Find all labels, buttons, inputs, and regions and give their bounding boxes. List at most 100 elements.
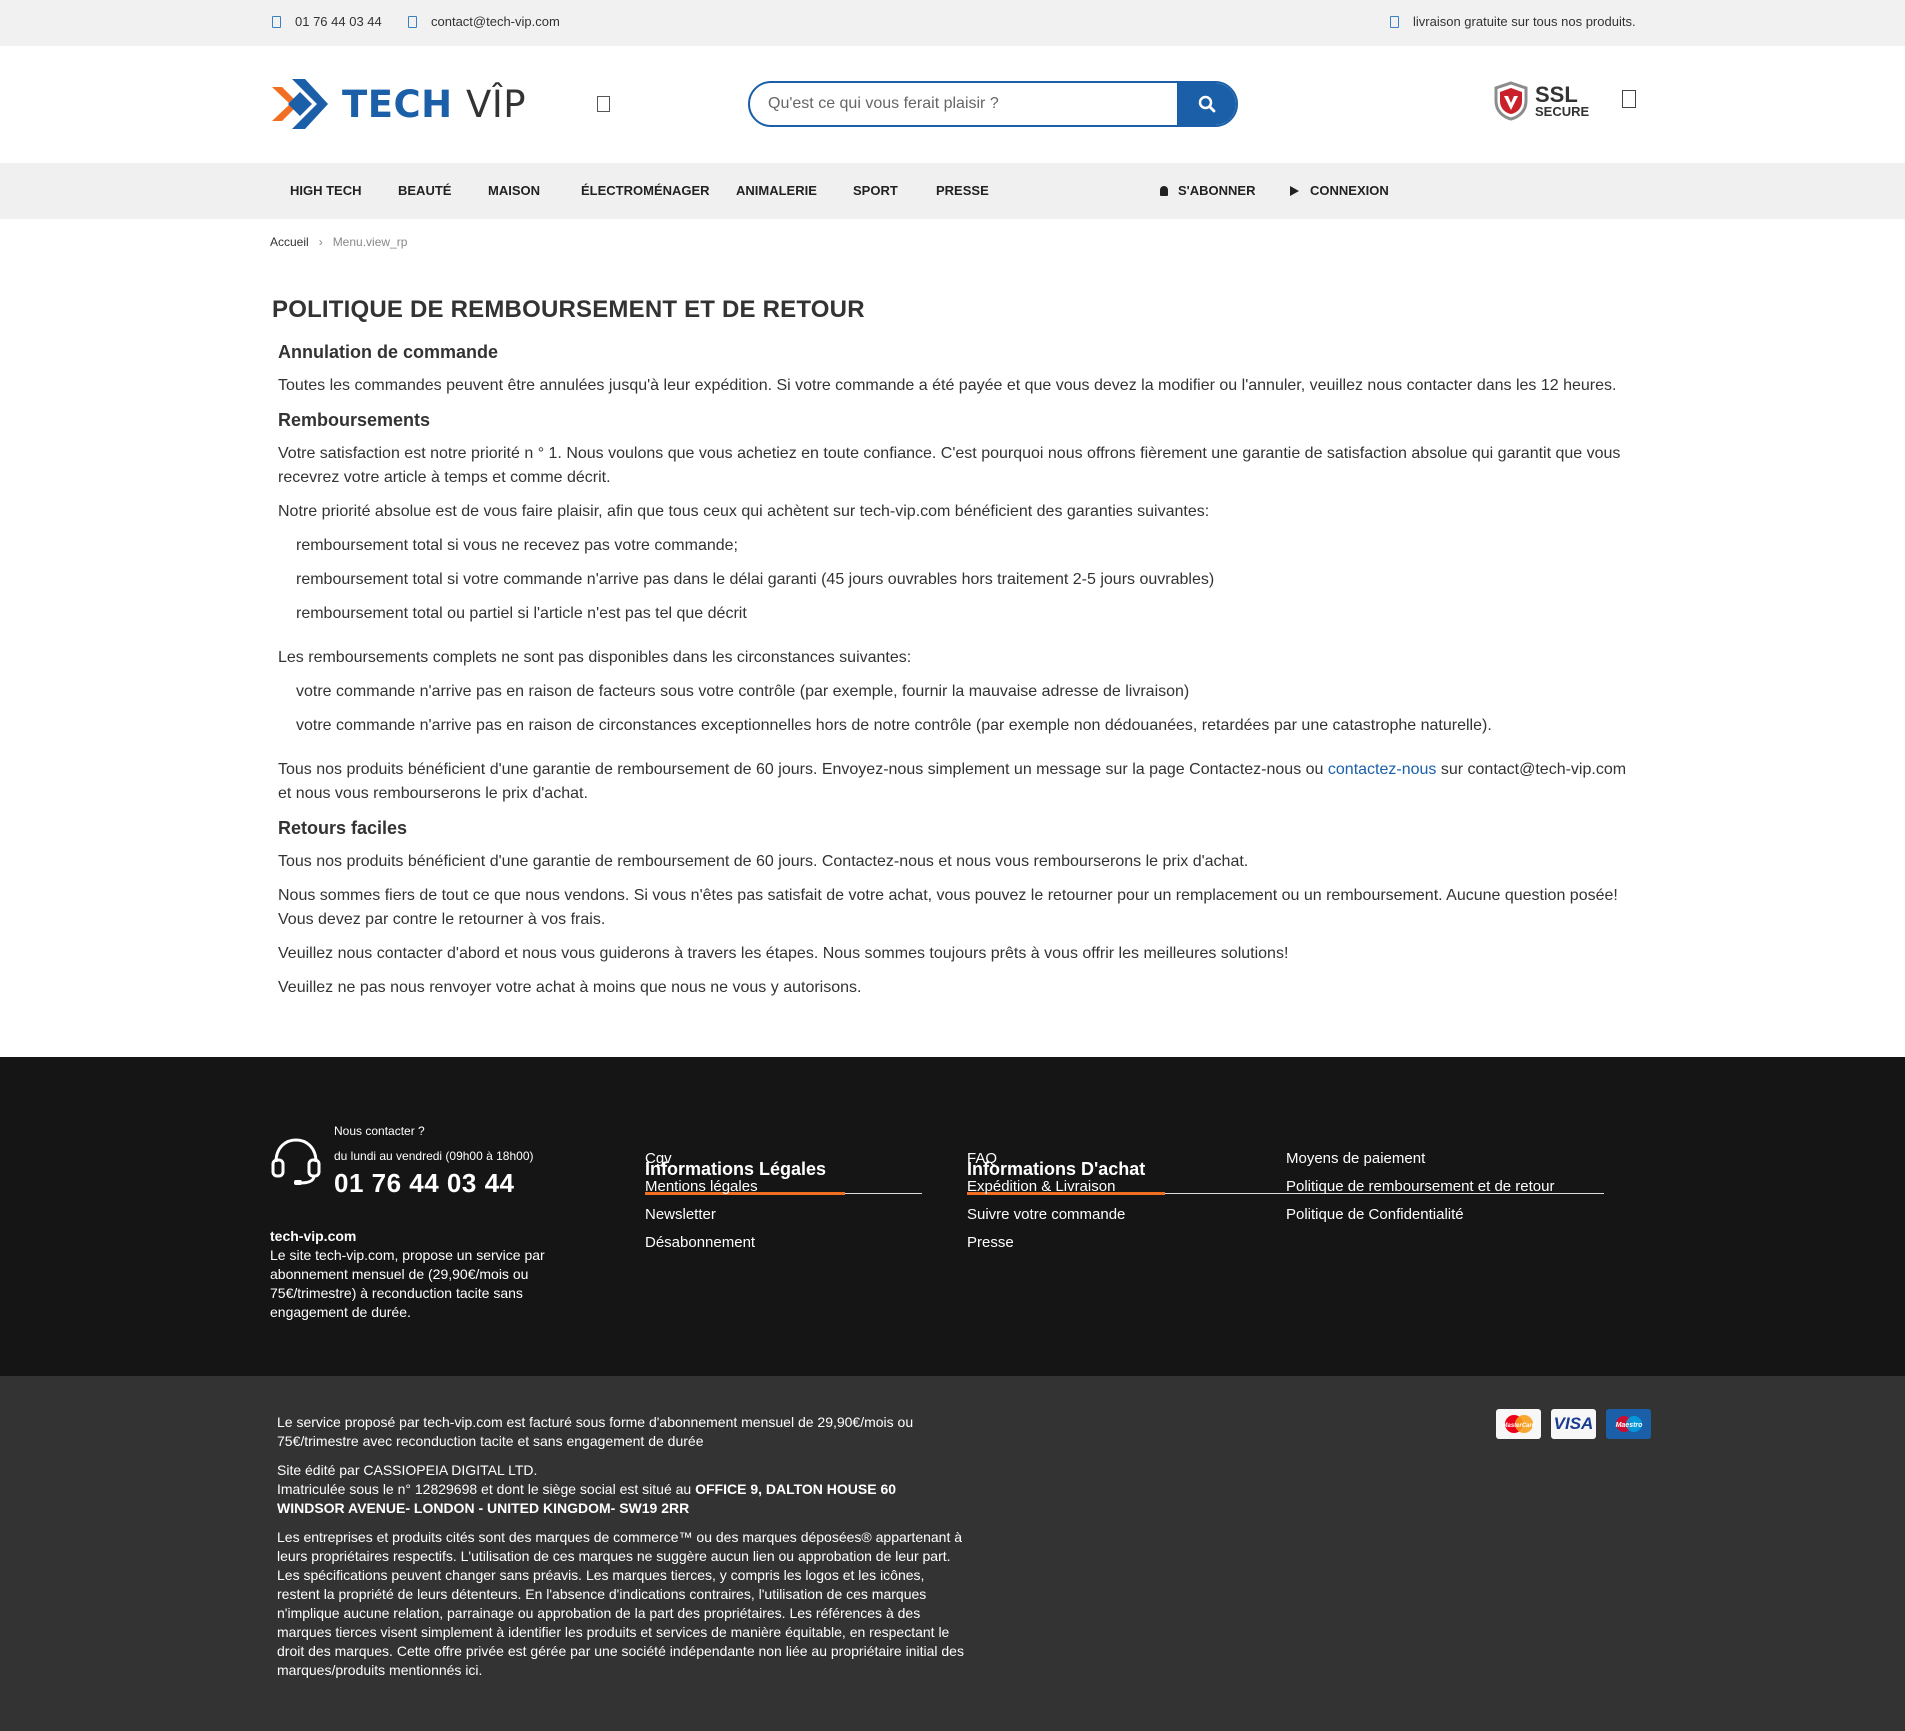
footer-link-mentions[interactable]: Mentions légales [645, 1176, 758, 1204]
paragraph: Nous sommes fiers de tout ce que nous ve… [278, 887, 1618, 928]
contact-phone[interactable]: 01 76 44 03 44 [334, 1168, 534, 1199]
paragraph: Tous nos produits bénéficient d'une gara… [278, 853, 1249, 870]
mastercard-label: MasterCard [1502, 1423, 1535, 1429]
payment-cards: MasterCard VISA Maestro [1496, 1409, 1651, 1439]
cart-icon[interactable] [1622, 90, 1636, 108]
top-bar: 01 76 44 03 44 contact@tech-vip.com livr… [0, 0, 1905, 46]
site-desc: Le site tech-vip.com, propose un service… [270, 1247, 545, 1320]
paragraph: Notre priorité absolue est de vous faire… [278, 503, 1210, 520]
footer-link-shipping[interactable]: Expédition & Livraison [967, 1176, 1125, 1204]
topbar-phone-text: 01 76 44 03 44 [295, 14, 382, 29]
list-item: votre commande n'arrive pas en raison de… [296, 717, 1492, 734]
site-description: tech-vip.com Le site tech-vip.com, propo… [270, 1227, 570, 1322]
topbar-phone[interactable]: 01 76 44 03 44 [272, 14, 382, 29]
topbar-email[interactable]: contact@tech-vip.com [408, 14, 560, 29]
topbar-shipping-text: livraison gratuite sur tous nos produits… [1413, 14, 1636, 29]
footer-link-newsletter[interactable]: Newsletter [645, 1204, 758, 1232]
contact-us-link[interactable]: contactez-nous [1328, 761, 1437, 778]
footer-link-refund-policy[interactable]: Politique de remboursement et de retour [1286, 1176, 1554, 1204]
nav-item-sport[interactable]: Sport [853, 183, 898, 198]
footer-link-payment[interactable]: Moyens de paiement [1286, 1148, 1554, 1176]
guarantee-list: remboursement total si vous ne recevez p… [296, 534, 1638, 626]
search-button[interactable] [1177, 83, 1236, 125]
paragraph: Toutes les commandes peuvent être annulé… [278, 377, 1617, 394]
section-title-refunds: Remboursements [278, 410, 431, 430]
footer-link-privacy[interactable]: Politique de Confidentialité [1286, 1204, 1554, 1232]
footer-link-track-order[interactable]: Suivre votre commande [967, 1204, 1125, 1232]
ssl-subtitle: SECURE [1535, 104, 1590, 119]
nav-item-beaute[interactable]: Beauté [398, 183, 451, 198]
subscribe-label: S'abonner [1178, 183, 1256, 198]
breadcrumb-home[interactable]: Accueil [270, 235, 309, 249]
list-item: remboursement total ou partiel si l'arti… [296, 605, 747, 622]
truck-icon [1390, 15, 1399, 28]
site-header: TECH VÎP SSL SECURE [0, 46, 1905, 163]
logo-mark-icon [272, 79, 328, 129]
paragraph: Veuillez nous contacter d'abord et nous … [278, 945, 1289, 962]
contact-label: Nous contacter ? [334, 1124, 425, 1138]
contact-block: Nous contacter ? du lundi au vendredi (0… [334, 1124, 534, 1199]
legal-bottom: Le service proposé par tech-vip.com est … [0, 1376, 1905, 1731]
company-line1: Site édité par CASSIOPEIA DIGITAL LTD. [277, 1462, 538, 1478]
section-title-cancellation: Annulation de commande [278, 342, 499, 362]
topbar-email-text: contact@tech-vip.com [431, 14, 560, 29]
site-footer: Nous contacter ? du lundi au vendredi (0… [0, 1057, 1905, 1376]
visa-icon: VISA [1551, 1409, 1596, 1439]
mail-icon [408, 15, 417, 28]
footer-link-press[interactable]: Presse [967, 1232, 1125, 1260]
mastercard-icon: MasterCard [1496, 1409, 1541, 1439]
list-item: remboursement total si votre commande n'… [296, 571, 1215, 588]
exclusion-list: votre commande n'arrive pas en raison de… [296, 680, 1638, 738]
search-bar [748, 81, 1238, 127]
menu-toggle-icon[interactable] [597, 96, 610, 112]
main-nav: High Tech Beauté Maison Électroménager A… [0, 163, 1905, 219]
search-input[interactable] [750, 83, 1180, 125]
maestro-icon: Maestro [1606, 1409, 1651, 1439]
nav-item-maison[interactable]: Maison [488, 183, 540, 198]
nav-item-electromenager[interactable]: Électroménager [581, 183, 710, 198]
policy-content: Annulation de commande Toutes les comman… [278, 340, 1638, 1010]
footer-link-unsubscribe[interactable]: Désabonnement [645, 1232, 758, 1260]
breadcrumb: Accueil › Menu.view_rp [270, 235, 407, 249]
nav-item-presse[interactable]: Presse [936, 183, 989, 198]
breadcrumb-separator-icon: › [318, 235, 323, 249]
visa-label: VISA [1553, 1414, 1594, 1433]
logo-vip: VÎP [466, 82, 527, 126]
list-item: remboursement total si vous ne recevez p… [296, 537, 738, 554]
site-logo[interactable]: TECH VÎP [270, 77, 526, 131]
logo-text: TECH VÎP [342, 83, 526, 126]
paragraph: Tous nos produits bénéficient d'une gara… [278, 758, 1638, 806]
paragraph: Votre satisfaction est notre priorité n … [278, 445, 1621, 486]
headset-icon [271, 1138, 321, 1185]
legal-links: Cgv Mentions légales Newsletter Désabonn… [645, 1148, 758, 1260]
nav-item-high-tech[interactable]: High Tech [290, 183, 362, 198]
site-name: tech-vip.com [270, 1228, 357, 1244]
maestro-label: Maestro [1615, 1422, 1643, 1429]
purchase-links-col2: Moyens de paiement Politique de rembours… [1286, 1148, 1554, 1232]
purchase-links-col1: FAQ Expédition & Livraison Suivre votre … [967, 1148, 1125, 1260]
footer-link-cgv[interactable]: Cgv [645, 1148, 758, 1176]
legal-text: Le service proposé par tech-vip.com est … [277, 1413, 967, 1690]
paragraph: Les remboursements complets ne sont pas … [278, 649, 912, 666]
breadcrumb-current: Menu.view_rp [332, 235, 408, 249]
subscribe-link[interactable]: S'abonner [1160, 183, 1256, 198]
phone-icon [272, 15, 281, 28]
paragraph: Veuillez ne pas nous renvoyer votre acha… [278, 979, 862, 996]
page-title: POLITIQUE DE REMBOURSEMENT ET DE RETOUR [272, 296, 865, 323]
section-title-easy-returns: Retours faciles [278, 818, 408, 838]
footer-link-faq[interactable]: FAQ [967, 1148, 1125, 1176]
nav-item-animalerie[interactable]: Animalerie [736, 183, 817, 198]
trademark-notice: Les entreprises et produits cités sont d… [277, 1529, 964, 1678]
topbar-shipping: livraison gratuite sur tous nos produits… [1390, 14, 1636, 29]
ssl-secure-badge: SSL SECURE [1493, 81, 1589, 121]
billing-notice: Le service proposé par tech-vip.com est … [277, 1414, 914, 1449]
logo-tech: TECH [342, 82, 453, 126]
contact-hours: du lundi au vendredi (09h00 à 18h00) [334, 1149, 534, 1163]
user-icon [1160, 185, 1168, 196]
login-label: Connexion [1310, 183, 1389, 198]
company-line2: Imatriculée sous le n° 12829698 et dont … [277, 1481, 696, 1497]
paragraph-part: Tous nos produits bénéficient d'une gara… [278, 761, 1328, 778]
ssl-title: SSL [1535, 82, 1578, 107]
login-link[interactable]: Connexion [1290, 183, 1389, 198]
company-notice: Site édité par CASSIOPEIA DIGITAL LTD. I… [277, 1461, 967, 1518]
